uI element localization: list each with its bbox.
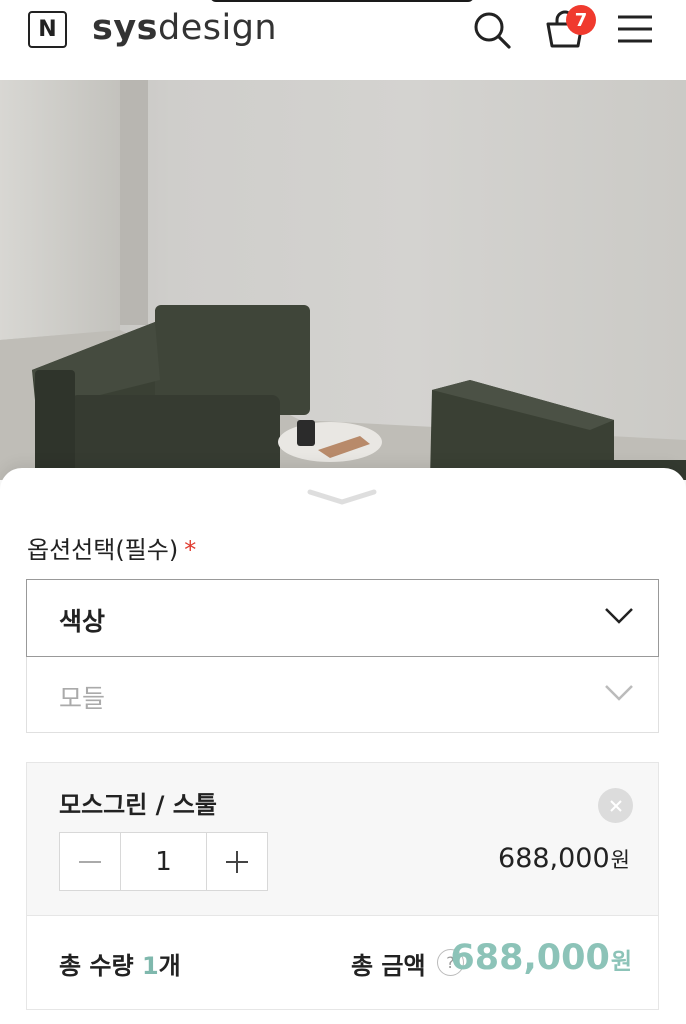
increase-quantity-button[interactable]	[207, 833, 267, 890]
option-title: 옵션선택(필수) *	[27, 530, 196, 565]
total-quantity-label: 총 수량	[59, 952, 134, 980]
logo-letter: N	[38, 16, 57, 42]
quantity-value[interactable]: 1	[120, 833, 207, 890]
logo-icon[interactable]: N	[28, 11, 67, 48]
total-amount-label: 총 금액	[351, 952, 426, 980]
minus-icon	[79, 860, 102, 863]
item-price-value: 688,000	[498, 843, 610, 874]
module-select-label: 모들	[59, 684, 106, 713]
total-amount-value: 688,000	[450, 938, 610, 978]
color-select[interactable]: 색상	[26, 579, 659, 657]
brand-name[interactable]: sysdesign	[92, 6, 277, 50]
option-title-text: 옵션선택(필수)	[27, 536, 179, 564]
cart-count-badge: 7	[566, 5, 596, 35]
order-summary: 총 수량 1개 총 금액 ? 688,000원	[26, 916, 659, 1010]
chevron-down-icon	[605, 608, 633, 624]
sofa-scene-illustration	[0, 80, 686, 480]
chevron-down-icon[interactable]	[306, 486, 378, 510]
search-icon[interactable]	[472, 10, 512, 50]
total-amount-currency: 원	[610, 949, 632, 975]
brand-suffix: design	[157, 8, 278, 48]
quantity-stepper: 1	[59, 832, 268, 891]
total-amount: 688,000원	[450, 938, 632, 978]
selected-item: 모스그린 / 스툴 1 688,000원	[26, 762, 659, 916]
total-quantity: 총 수량 1개	[59, 946, 181, 981]
module-select[interactable]: 모들	[26, 657, 659, 733]
close-icon	[609, 799, 622, 812]
decrease-quantity-button[interactable]	[60, 833, 120, 890]
selected-item-name: 모스그린 / 스툴	[59, 791, 217, 819]
status-notch	[210, 0, 474, 2]
total-quantity-unit: 개	[158, 952, 181, 980]
item-price-currency: 원	[610, 848, 630, 872]
color-select-label: 색상	[59, 607, 106, 636]
option-bottom-sheet: 옵션선택(필수) * 색상 모들 모스그린 / 스툴 1 688,000원 총 …	[0, 468, 686, 1024]
required-mark: *	[184, 536, 197, 564]
menu-icon[interactable]	[616, 12, 654, 46]
plus-icon	[225, 850, 248, 873]
remove-item-button[interactable]	[598, 788, 633, 823]
app-header: N sysdesign 7	[0, 0, 686, 80]
brand-prefix: sys	[92, 8, 158, 48]
item-price: 688,000원	[498, 843, 630, 874]
chevron-down-icon	[605, 685, 633, 701]
product-image	[0, 80, 686, 480]
total-quantity-value: 1	[141, 952, 159, 980]
